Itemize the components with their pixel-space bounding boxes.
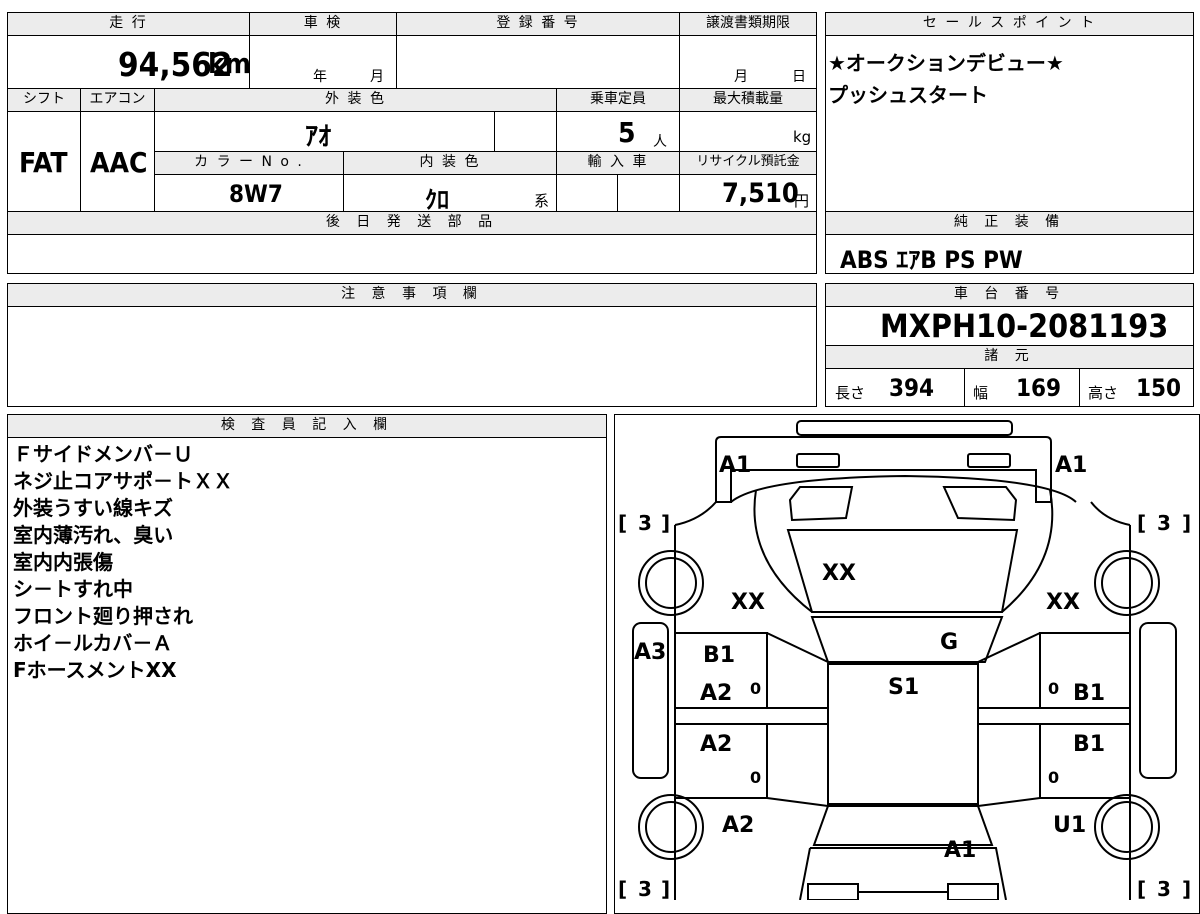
zero-mark: 0	[1048, 768, 1059, 787]
capacity-header: 乗車定員	[556, 88, 680, 112]
length-value: 394	[889, 374, 935, 402]
mark-front-left: A1	[719, 453, 751, 478]
mark-front-door-left-1: B1	[703, 643, 735, 668]
import-header: 輸 入 車	[556, 151, 680, 175]
tire-rl-mark: 3	[638, 877, 652, 900]
later-parts-header: 後 日 発 送 部 品	[7, 211, 817, 235]
inspector-note: 室内内張傷	[13, 550, 113, 574]
inspector-note: ネジ止コアサポ－トＸＸ	[13, 469, 233, 493]
registration-header: 登 録 番 号	[396, 12, 680, 36]
width-label: 幅	[973, 384, 989, 402]
zero-mark: 0	[1048, 679, 1059, 698]
inspector-note: FホースメントXX	[13, 658, 177, 682]
sales-point-line-2: プッシュスタート	[828, 83, 988, 107]
genuine-equipment-value: ABS ｴｱB PS PW	[840, 246, 1023, 274]
mark-fender-left: XX	[731, 590, 765, 615]
inspector-header: 検 査 員 記 入 欄	[7, 414, 607, 438]
inspector-note: 室内薄汚れ、臭い	[13, 523, 174, 547]
tire-fr-bracket-open: [	[1137, 511, 1146, 535]
mark-rear-fender-right: U1	[1053, 813, 1086, 838]
mark-fender-right: XX	[1046, 590, 1080, 615]
zero-mark: 0	[750, 679, 761, 698]
inspector-note: 外装うすい線キズ	[13, 496, 173, 520]
shaken-year-unit: 年	[313, 69, 327, 85]
chassis-number-header: 車 台 番 号	[825, 283, 1194, 307]
shaken-header: 車 検	[249, 12, 397, 36]
deadline-day-unit: 日	[792, 69, 806, 85]
sales-point-header: セ ー ル ス ポ イ ン ト	[825, 12, 1194, 36]
sales-point-box	[825, 12, 1194, 212]
mark-rear-door-right: B1	[1073, 732, 1105, 757]
tire-rl-bracket-open: [	[618, 877, 627, 900]
genuine-equipment-header: 純 正 装 備	[825, 211, 1194, 235]
recycle-value: 7,510	[722, 178, 799, 209]
shift-header: シフト	[7, 88, 81, 112]
recycle-unit: 円	[794, 192, 810, 210]
inspector-note: シ－トすれ中	[13, 577, 133, 601]
mileage-unit: km	[208, 47, 251, 80]
tire-fl-bracket-open: [	[618, 511, 627, 535]
shift-value: FAT	[19, 146, 68, 179]
color-no-header: カ ラ ー N o .	[154, 151, 344, 175]
zero-mark: 0	[750, 768, 761, 787]
interior-suffix: 系	[534, 192, 550, 210]
width-value: 169	[1016, 374, 1062, 402]
tire-fr-mark: 3	[1157, 511, 1171, 535]
capacity-value: 5	[618, 116, 636, 149]
mark-front-door-left-2: A2	[700, 681, 732, 706]
mark-rear-fender-left: A2	[722, 813, 754, 838]
inspector-note: フロント廻り押され	[13, 604, 193, 628]
recycle-header: リサイクル預託金	[679, 151, 817, 175]
inspector-note: Ｆサイドメンバ－Ｕ	[13, 442, 193, 466]
mark-hood: XX	[822, 561, 856, 586]
mileage-header: 走 行	[7, 12, 250, 36]
vehicle-info-box	[7, 12, 817, 212]
capacity-unit: 人	[653, 134, 667, 150]
deadline-month-unit: 月	[734, 69, 748, 85]
inspector-note: ホイ－ルカバ－Ａ	[13, 631, 173, 655]
mark-front-door-right: B1	[1073, 681, 1105, 706]
transfer-deadline-header: 譲渡書類期限	[679, 12, 817, 36]
caution-header: 注 意 事 項 欄	[7, 283, 817, 307]
sales-point-line-1: ★オークションデビュー★	[828, 51, 1064, 75]
exterior-color-value: ｱｵ	[305, 122, 332, 152]
specs-header: 諸 元	[825, 345, 1194, 369]
tire-rr-bracket-close: ]	[1182, 877, 1191, 900]
max-load-header: 最大積載量	[679, 88, 817, 112]
interior-color-header: 内 装 色	[343, 151, 557, 175]
mark-windshield: G	[940, 630, 958, 655]
tire-fl-mark: 3	[638, 511, 652, 535]
aircon-value: AAC	[90, 146, 148, 179]
load-unit: kg	[793, 128, 812, 146]
mark-rear-door-left: A2	[700, 732, 732, 757]
tire-rr-mark: 3	[1157, 877, 1171, 900]
tire-fr-bracket-close: ]	[1182, 511, 1191, 535]
color-no-value: 8W7	[229, 180, 283, 208]
length-label: 長さ	[835, 384, 866, 402]
tire-rr-bracket-open: [	[1137, 877, 1146, 900]
height-label: 高さ	[1088, 384, 1119, 402]
car-diagram: A1 A1 XX XX XX G A3 B1 A2 S1 B1 A2 B1 A2…	[618, 420, 1191, 900]
exterior-color-header: 外 装 色	[154, 88, 557, 112]
mark-roof: S1	[888, 675, 919, 700]
tire-rl-bracket-close: ]	[661, 877, 670, 900]
mark-front-right: A1	[1055, 453, 1087, 478]
shaken-month-unit: 月	[370, 69, 384, 85]
aircon-header: エアコン	[80, 88, 155, 112]
height-value: 150	[1136, 374, 1182, 402]
interior-color-value: ｸﾛ	[425, 186, 449, 214]
mark-trunk: A1	[944, 838, 976, 863]
mark-left-pillar: A3	[634, 640, 666, 665]
chassis-number-value: MXPH10-2081193	[880, 307, 1169, 345]
inspector-notes-list: Ｆサイドメンバ－Ｕ ネジ止コアサポ－トＸＸ 外装うすい線キズ 室内薄汚れ、臭い …	[13, 441, 233, 684]
tire-fl-bracket-close: ]	[661, 511, 670, 535]
